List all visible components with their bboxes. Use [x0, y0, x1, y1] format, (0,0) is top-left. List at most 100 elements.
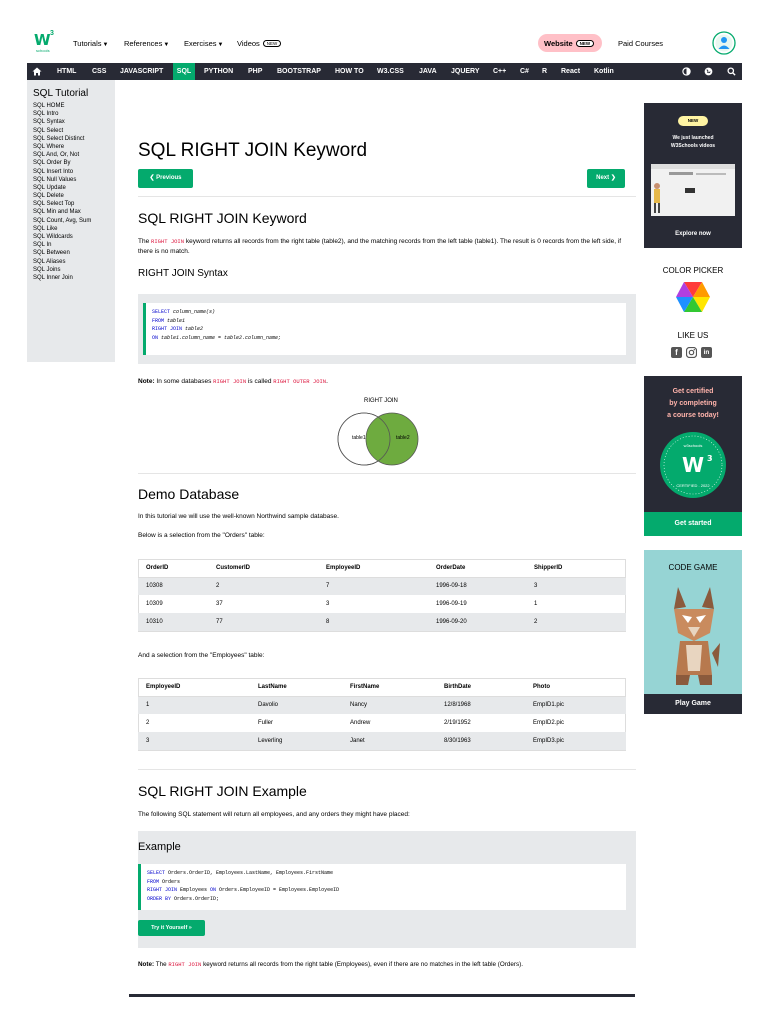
- nav-w3css[interactable]: W3.CSS: [377, 63, 404, 80]
- syntax-code: SELECT column_name(s) FROM table1 RIGHT …: [143, 303, 626, 355]
- nav-howto[interactable]: HOW TO: [335, 63, 364, 80]
- bottom-divider: [129, 994, 635, 997]
- nav-sql[interactable]: SQL: [173, 63, 195, 80]
- next-button[interactable]: Next ❯: [587, 169, 625, 188]
- menu-exercises-label: Exercises: [184, 39, 217, 48]
- previous-button[interactable]: ❮ Previous: [138, 169, 193, 188]
- menu-references[interactable]: References▼: [124, 39, 169, 48]
- nav-bootstrap[interactable]: BOOTSTRAP: [277, 63, 321, 80]
- nav-r[interactable]: R: [542, 63, 547, 80]
- sidebar-item-select[interactable]: SQL Select: [33, 127, 115, 135]
- nav-react[interactable]: React: [561, 63, 580, 80]
- cert-text: a course today!: [667, 412, 719, 419]
- table-row: 10309 37 3 1996-09-19 1: [146, 601, 538, 607]
- paid-courses-link[interactable]: Paid Courses: [618, 39, 663, 48]
- sidebar-title: SQL Tutorial: [33, 88, 89, 99]
- caret-down-icon: ▼: [102, 42, 109, 48]
- cert-badge-text: CERTIFIED . 2022: [676, 483, 710, 488]
- facebook-icon[interactable]: f: [671, 347, 682, 358]
- globe-icon[interactable]: [704, 63, 713, 80]
- example-box: Example SELECT Orders.OrderID, Employees…: [138, 831, 636, 948]
- sidebar-item-update[interactable]: SQL Update: [33, 184, 115, 192]
- search-icon[interactable]: [727, 63, 736, 80]
- nav-javascript[interactable]: JAVASCRIPT: [120, 63, 163, 80]
- right-join-venn-diagram: [337, 412, 419, 466]
- nav-java[interactable]: JAVA: [419, 63, 437, 80]
- sidebar-item-select-distinct[interactable]: SQL Select Distinct: [33, 135, 115, 143]
- sidebar-item-aliases[interactable]: SQL Aliases: [33, 258, 115, 266]
- example-section-title: SQL RIGHT JOIN Example: [138, 783, 307, 799]
- explore-now-link[interactable]: Explore now: [644, 231, 742, 237]
- table-header-row: OrderID CustomerID EmployeeID OrderDate …: [138, 559, 626, 578]
- sidebar-item-min-max[interactable]: SQL Min and Max: [33, 208, 115, 216]
- divider: [138, 769, 636, 770]
- sidebar-item-insert-into[interactable]: SQL Insert Into: [33, 168, 115, 176]
- instagram-icon[interactable]: [686, 347, 697, 358]
- sidebar-item-select-top[interactable]: SQL Select Top: [33, 200, 115, 208]
- sidebar-item-intro[interactable]: SQL Intro: [33, 110, 115, 118]
- nav-jquery[interactable]: JQUERY: [451, 63, 480, 80]
- example-code: SELECT Orders.OrderID, Employees.LastNam…: [138, 864, 626, 910]
- nav-cpp[interactable]: C++: [493, 63, 506, 80]
- divider: [138, 196, 636, 197]
- nav-csharp[interactable]: C#: [520, 63, 529, 80]
- w3schools-logo[interactable]: W 3 schools: [34, 30, 58, 55]
- sidebar-item-null-values[interactable]: SQL Null Values: [33, 176, 115, 184]
- promo-text: We just launched: [672, 135, 714, 141]
- menu-videos-label: Videos: [237, 39, 260, 48]
- certificate-badge-icon: W 3: [660, 432, 726, 498]
- website-button[interactable]: Website NEW: [538, 34, 602, 52]
- sidebar-item-like[interactable]: SQL Like: [33, 225, 115, 233]
- get-started-button[interactable]: Get started: [644, 512, 742, 536]
- sidebar-item-joins[interactable]: SQL Joins: [33, 266, 115, 274]
- intro-paragraph: The RIGHT JOIN keyword returns all recor…: [138, 238, 622, 255]
- sidebar-item-order-by[interactable]: SQL Order By: [33, 159, 115, 167]
- color-picker-icon[interactable]: [675, 281, 711, 313]
- home-icon[interactable]: [31, 63, 43, 80]
- nav-css[interactable]: CSS: [92, 63, 106, 80]
- menu-exercises[interactable]: Exercises▼: [184, 39, 223, 48]
- nav-php[interactable]: PHP: [248, 63, 262, 80]
- new-badge: NEW: [262, 40, 282, 47]
- sidebar-item-between[interactable]: SQL Between: [33, 249, 115, 257]
- nav-html[interactable]: HTML: [57, 63, 76, 80]
- caret-down-icon: ▼: [217, 42, 224, 48]
- sidebar-item-and-or-not[interactable]: SQL And, Or, Not: [33, 151, 115, 159]
- note-paragraph: Note: In some databases RIGHT JOIN is ca…: [138, 378, 328, 385]
- sidebar-item-delete[interactable]: SQL Delete: [33, 192, 115, 200]
- nav-python[interactable]: PYTHON: [204, 63, 233, 80]
- new-badge: NEW: [678, 116, 708, 126]
- caret-down-icon: ▼: [163, 42, 170, 48]
- nav-kotlin[interactable]: Kotlin: [594, 63, 614, 80]
- sidebar-item-inner-join[interactable]: SQL Inner Join: [33, 274, 115, 282]
- venn-right-label: table2: [396, 435, 410, 441]
- cert-text: by completing: [669, 400, 717, 407]
- code-game-card[interactable]: CODE GAME: [644, 550, 742, 714]
- section-title: SQL RIGHT JOIN Keyword: [138, 210, 307, 226]
- orders-table: OrderID CustomerID EmployeeID OrderDate …: [138, 559, 626, 631]
- keyword-highlight: RIGHT JOIN: [151, 238, 185, 245]
- svg-text:3: 3: [707, 454, 713, 463]
- language-navbar: HTML CSS JAVASCRIPT SQL PYTHON PHP BOOTS…: [27, 63, 742, 80]
- menu-tutorials[interactable]: Tutorials▼: [73, 39, 108, 48]
- code-game-label: CODE GAME: [668, 563, 718, 572]
- sidebar-item-count-avg-sum[interactable]: SQL Count, Avg, Sum: [33, 217, 115, 225]
- sidebar-item-syntax[interactable]: SQL Syntax: [33, 118, 115, 126]
- menu-videos[interactable]: Videos NEW: [237, 39, 282, 48]
- table-row: 3 Leverling Janet 8/30/1963 EmpID3.pic: [138, 732, 626, 750]
- video-promo-card[interactable]: NEW We just launched W3Schools videos Ex…: [644, 103, 742, 248]
- user-profile-icon[interactable]: [712, 31, 736, 55]
- example-box-title: Example: [138, 841, 181, 853]
- cert-badge-text: w3schools: [683, 443, 703, 448]
- certification-card[interactable]: Get certified by completing a course tod…: [644, 376, 742, 536]
- try-it-yourself-button[interactable]: Try it Yourself »: [138, 920, 205, 936]
- logo-subtext: schools: [36, 48, 50, 53]
- sidebar-item-in[interactable]: SQL In: [33, 241, 115, 249]
- dark-mode-icon[interactable]: [682, 63, 691, 80]
- sidebar-item-where[interactable]: SQL Where: [33, 143, 115, 151]
- linkedin-icon[interactable]: in: [701, 347, 712, 358]
- play-game-button[interactable]: Play Game: [644, 694, 742, 714]
- top-header: W 3 schools Tutorials▼ References▼ Exerc…: [0, 27, 768, 59]
- sidebar-item-home[interactable]: SQL HOME: [33, 102, 115, 110]
- sidebar-item-wildcards[interactable]: SQL Wildcards: [33, 233, 115, 241]
